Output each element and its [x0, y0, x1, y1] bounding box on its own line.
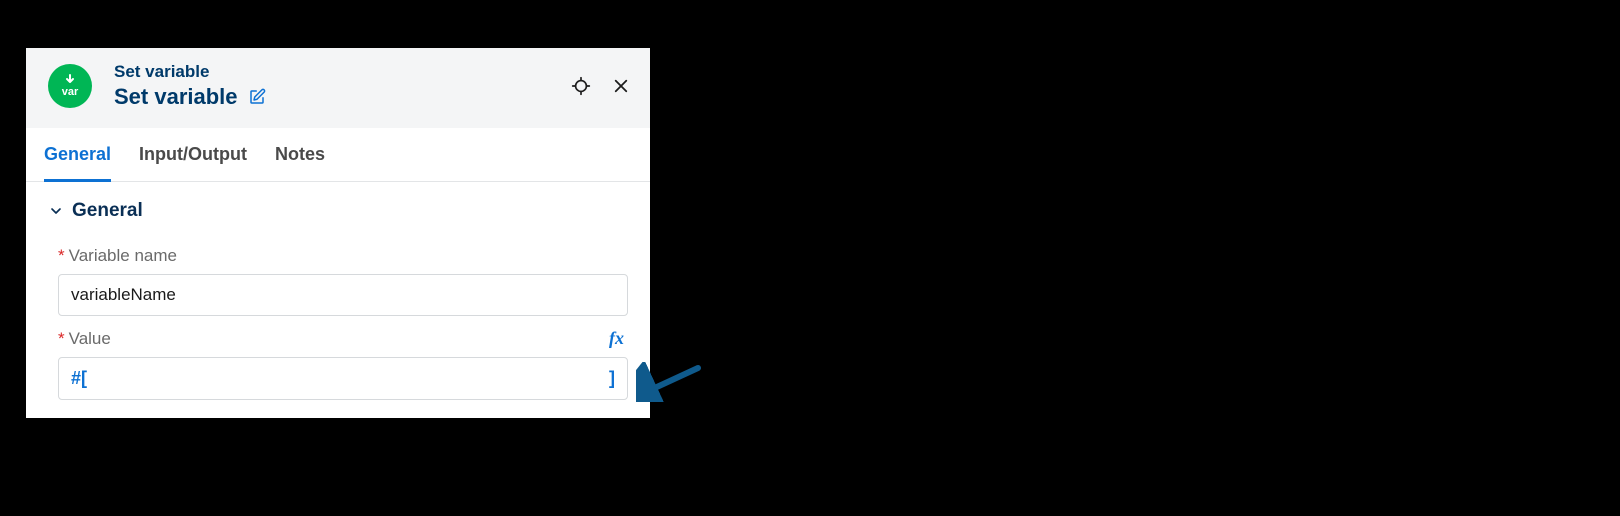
required-mark: * — [58, 246, 65, 265]
section-title: General — [72, 200, 143, 222]
crosshair-icon — [571, 76, 591, 96]
chevron-down-icon — [48, 203, 64, 219]
variable-name-input[interactable] — [58, 274, 628, 316]
field-value: *Value fx #[ ] — [58, 328, 628, 400]
close-icon — [612, 77, 630, 95]
required-mark: * — [58, 329, 65, 348]
tab-general[interactable]: General — [44, 128, 111, 182]
locate-button[interactable] — [570, 75, 592, 97]
panel-title: Set variable — [114, 84, 238, 110]
set-variable-panel: var Set variable Set variable — [26, 48, 650, 418]
set-variable-icon: var — [48, 64, 92, 108]
tab-notes[interactable]: Notes — [275, 128, 325, 182]
expression-close-bracket: ] — [609, 368, 615, 389]
panel-header: var Set variable Set variable — [26, 48, 650, 128]
edit-title-button[interactable] — [248, 88, 266, 106]
value-expression-input[interactable]: #[ ] — [58, 357, 628, 400]
tab-input-output[interactable]: Input/Output — [139, 128, 247, 182]
value-label: Value — [69, 329, 111, 348]
tab-bar: General Input/Output Notes — [26, 128, 650, 182]
fx-button[interactable]: fx — [605, 328, 628, 349]
panel-body: General *Variable name *Value — [26, 182, 650, 418]
edit-icon — [248, 88, 266, 106]
field-variable-name: *Variable name — [58, 246, 628, 316]
expression-open-bracket: #[ — [71, 368, 87, 389]
section-toggle-general[interactable]: General — [48, 200, 628, 222]
close-button[interactable] — [610, 75, 632, 97]
component-type-label: Set variable — [114, 62, 266, 82]
icon-caption: var — [62, 87, 79, 98]
variable-name-label: Variable name — [69, 246, 177, 265]
